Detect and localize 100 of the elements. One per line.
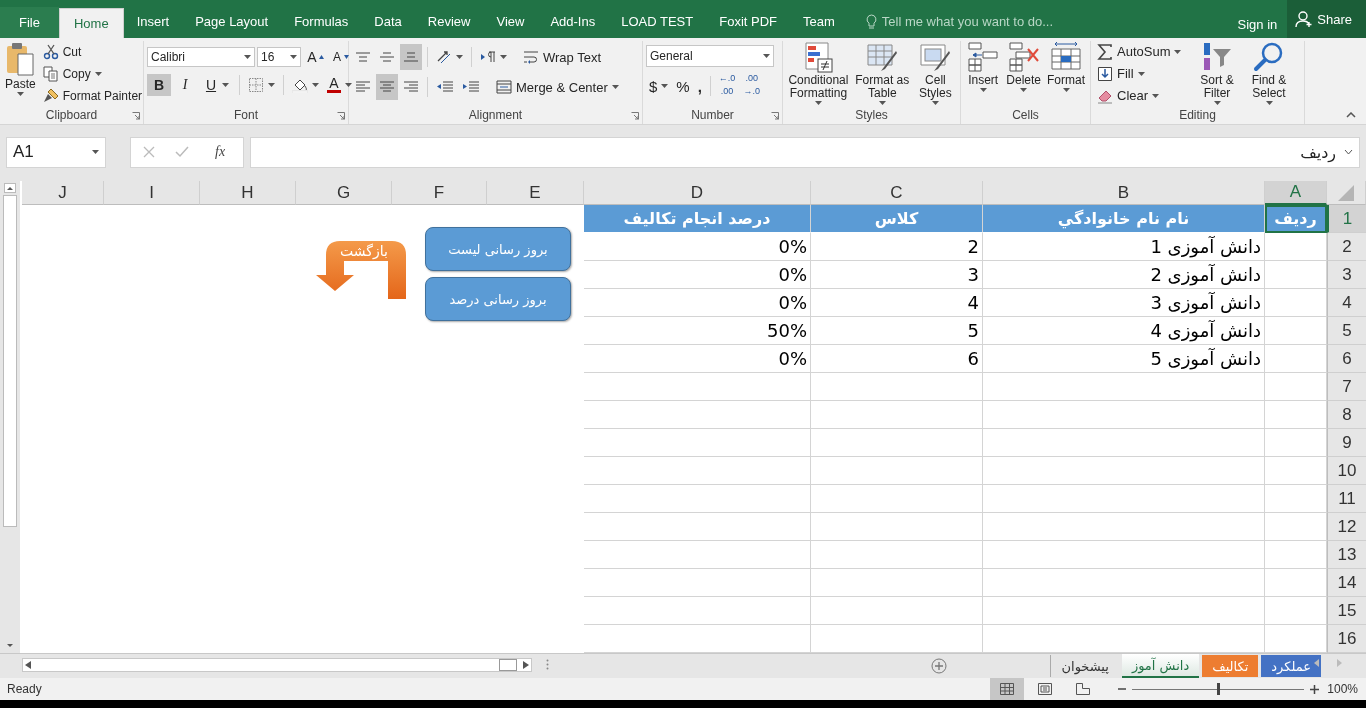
percent-button[interactable]: % bbox=[673, 75, 693, 97]
table-cell[interactable]: 0% bbox=[584, 345, 811, 373]
column-header[interactable]: G bbox=[296, 181, 392, 205]
formula-field[interactable]: ردیف bbox=[250, 136, 1360, 168]
column-header[interactable]: E bbox=[487, 181, 584, 205]
ribbon-tab[interactable]: Formulas bbox=[281, 10, 362, 32]
grow-font-button[interactable]: A bbox=[303, 46, 326, 68]
column-header[interactable]: F bbox=[392, 181, 487, 205]
ribbon-tab[interactable]: Foxit PDF bbox=[706, 10, 791, 32]
row-header[interactable]: 6 bbox=[1327, 345, 1366, 373]
sheet-tab[interactable]: دانش آموز bbox=[1121, 654, 1200, 678]
font-name-dropdown[interactable]: Calibri bbox=[147, 47, 255, 67]
table-cell[interactable]: دانش آموزی 5 bbox=[983, 345, 1265, 373]
table-cell[interactable]: دانش آموزی 3 bbox=[983, 289, 1265, 317]
table-cell[interactable]: 2 bbox=[811, 233, 983, 261]
row-header[interactable]: 10 bbox=[1327, 457, 1366, 485]
row-header[interactable]: 2 bbox=[1327, 233, 1366, 261]
column-header[interactable]: C bbox=[811, 181, 983, 205]
row-header[interactable]: 4 bbox=[1327, 289, 1366, 317]
ribbon-tab[interactable]: Team bbox=[790, 10, 848, 32]
table-cell[interactable]: دانش آموزی 1 bbox=[983, 233, 1265, 261]
shrink-font-button[interactable]: A bbox=[328, 46, 351, 68]
table-cell[interactable]: 4 bbox=[811, 289, 983, 317]
row-header[interactable]: 16 bbox=[1327, 625, 1366, 653]
insert-button[interactable]: Insert bbox=[964, 41, 1003, 105]
decimal-button[interactable]: .00 →.0 bbox=[740, 73, 763, 99]
group-label: Clipboard bbox=[45, 108, 98, 122]
column-header[interactable]: H bbox=[200, 181, 296, 205]
file-tab[interactable]: File bbox=[0, 7, 59, 38]
table-cell[interactable]: 3 bbox=[811, 261, 983, 289]
underline-button[interactable]: U bbox=[199, 74, 234, 96]
row-header[interactable]: 9 bbox=[1327, 429, 1366, 457]
table-cell[interactable]: 5 bbox=[811, 317, 983, 345]
ribbon-tab[interactable]: Add-Ins bbox=[537, 10, 609, 32]
decimal-button[interactable]: ←.0 .00 bbox=[715, 73, 739, 99]
table-cell[interactable]: 50% bbox=[584, 317, 811, 345]
find-button[interactable]: Find & Select bbox=[1244, 41, 1294, 105]
sign-in-link[interactable]: Sign in bbox=[1227, 17, 1288, 32]
number-format-dropdown[interactable]: General bbox=[646, 45, 774, 67]
ribbon-tab[interactable]: Home bbox=[58, 8, 124, 38]
row-header[interactable]: 14 bbox=[1327, 569, 1366, 597]
insert-function-button[interactable]: fx bbox=[209, 143, 232, 161]
column-header[interactable]: D bbox=[584, 181, 811, 205]
column-header[interactable]: B bbox=[983, 181, 1265, 205]
font-color-button[interactable]: A bbox=[324, 74, 355, 96]
tell-me-field[interactable]: Tell me what you want to do... bbox=[865, 10, 1228, 32]
paste-button[interactable]: Paste bbox=[3, 41, 38, 105]
ribbon-tab[interactable]: Data bbox=[361, 10, 415, 32]
bold-button[interactable]: B bbox=[147, 74, 171, 96]
delete-button[interactable]: Delete bbox=[1004, 41, 1043, 105]
format-painter-button[interactable]: Format Painter bbox=[39, 85, 146, 106]
table-cell[interactable]: دانش آموزی 2 bbox=[983, 261, 1265, 289]
table-cell[interactable]: 0% bbox=[584, 289, 811, 317]
zoom-level: 100% bbox=[1327, 682, 1358, 696]
table-cell[interactable]: 6 bbox=[811, 345, 983, 373]
table-cell[interactable]: 0% bbox=[584, 261, 811, 289]
row-header[interactable]: 12 bbox=[1327, 513, 1366, 541]
fill-button[interactable]: Fill bbox=[1094, 63, 1190, 84]
column-header[interactable]: I bbox=[104, 181, 200, 205]
row-header[interactable]: 1 bbox=[1327, 205, 1366, 233]
sort-button[interactable]: Sort & Filter bbox=[1192, 41, 1242, 105]
ribbon-tab[interactable]: Review bbox=[414, 10, 484, 32]
ribbon-tab[interactable]: LOAD TEST bbox=[608, 10, 707, 32]
row-header[interactable]: 13 bbox=[1327, 541, 1366, 569]
sheet-tab[interactable]: پیشخوان bbox=[1050, 655, 1119, 677]
row-header[interactable]: 3 bbox=[1327, 261, 1366, 289]
ribbon-tab[interactable]: View bbox=[483, 10, 538, 32]
cellstyles-button[interactable]: Cell Styles bbox=[913, 41, 957, 105]
table-cell[interactable]: 0% bbox=[584, 233, 811, 261]
name-box[interactable]: A1 bbox=[6, 136, 106, 168]
row-header[interactable]: 11 bbox=[1327, 485, 1366, 513]
row-header[interactable]: 5 bbox=[1327, 317, 1366, 345]
format-button[interactable]: Format bbox=[1045, 41, 1087, 105]
group-label: Cells bbox=[1012, 108, 1039, 122]
ribbon-tab[interactable]: Insert bbox=[123, 10, 183, 32]
share-button[interactable]: Share bbox=[1287, 0, 1366, 38]
ribbon-tab[interactable]: Page Layout bbox=[182, 10, 282, 32]
row-header[interactable]: 7 bbox=[1327, 373, 1366, 401]
clear-button[interactable]: Clear bbox=[1094, 85, 1190, 106]
font-size-dropdown[interactable]: 16 bbox=[257, 47, 301, 67]
row-header[interactable]: 8 bbox=[1327, 401, 1366, 429]
group-label: Alignment bbox=[468, 108, 523, 122]
column-header[interactable]: A bbox=[1265, 181, 1327, 205]
copy-button[interactable]: Copy bbox=[39, 63, 146, 84]
comma-button[interactable]: , bbox=[694, 75, 705, 97]
merge-center-button[interactable]: Merge & Center bbox=[493, 76, 622, 98]
table-button[interactable]: Format as Table bbox=[852, 41, 912, 105]
wrap-text-button[interactable]: Wrap Text bbox=[520, 46, 605, 68]
cut-button[interactable]: Cut bbox=[39, 41, 146, 62]
autosum-button[interactable]: AutoSum bbox=[1094, 41, 1190, 62]
group-label: Font bbox=[234, 108, 258, 122]
currency-button[interactable]: $ bbox=[646, 75, 672, 97]
row-header[interactable]: 15 bbox=[1327, 597, 1366, 625]
group-label: Styles bbox=[855, 108, 888, 122]
conditional-button[interactable]: Conditional Formatting bbox=[786, 41, 851, 105]
column-header[interactable]: J bbox=[22, 181, 104, 205]
group-label: Editing bbox=[1179, 108, 1216, 122]
table-cell[interactable]: دانش آموزی 4 bbox=[983, 317, 1265, 345]
italic-button[interactable]: I bbox=[173, 74, 197, 96]
sheet-tab[interactable]: عملکرد bbox=[1261, 655, 1321, 677]
